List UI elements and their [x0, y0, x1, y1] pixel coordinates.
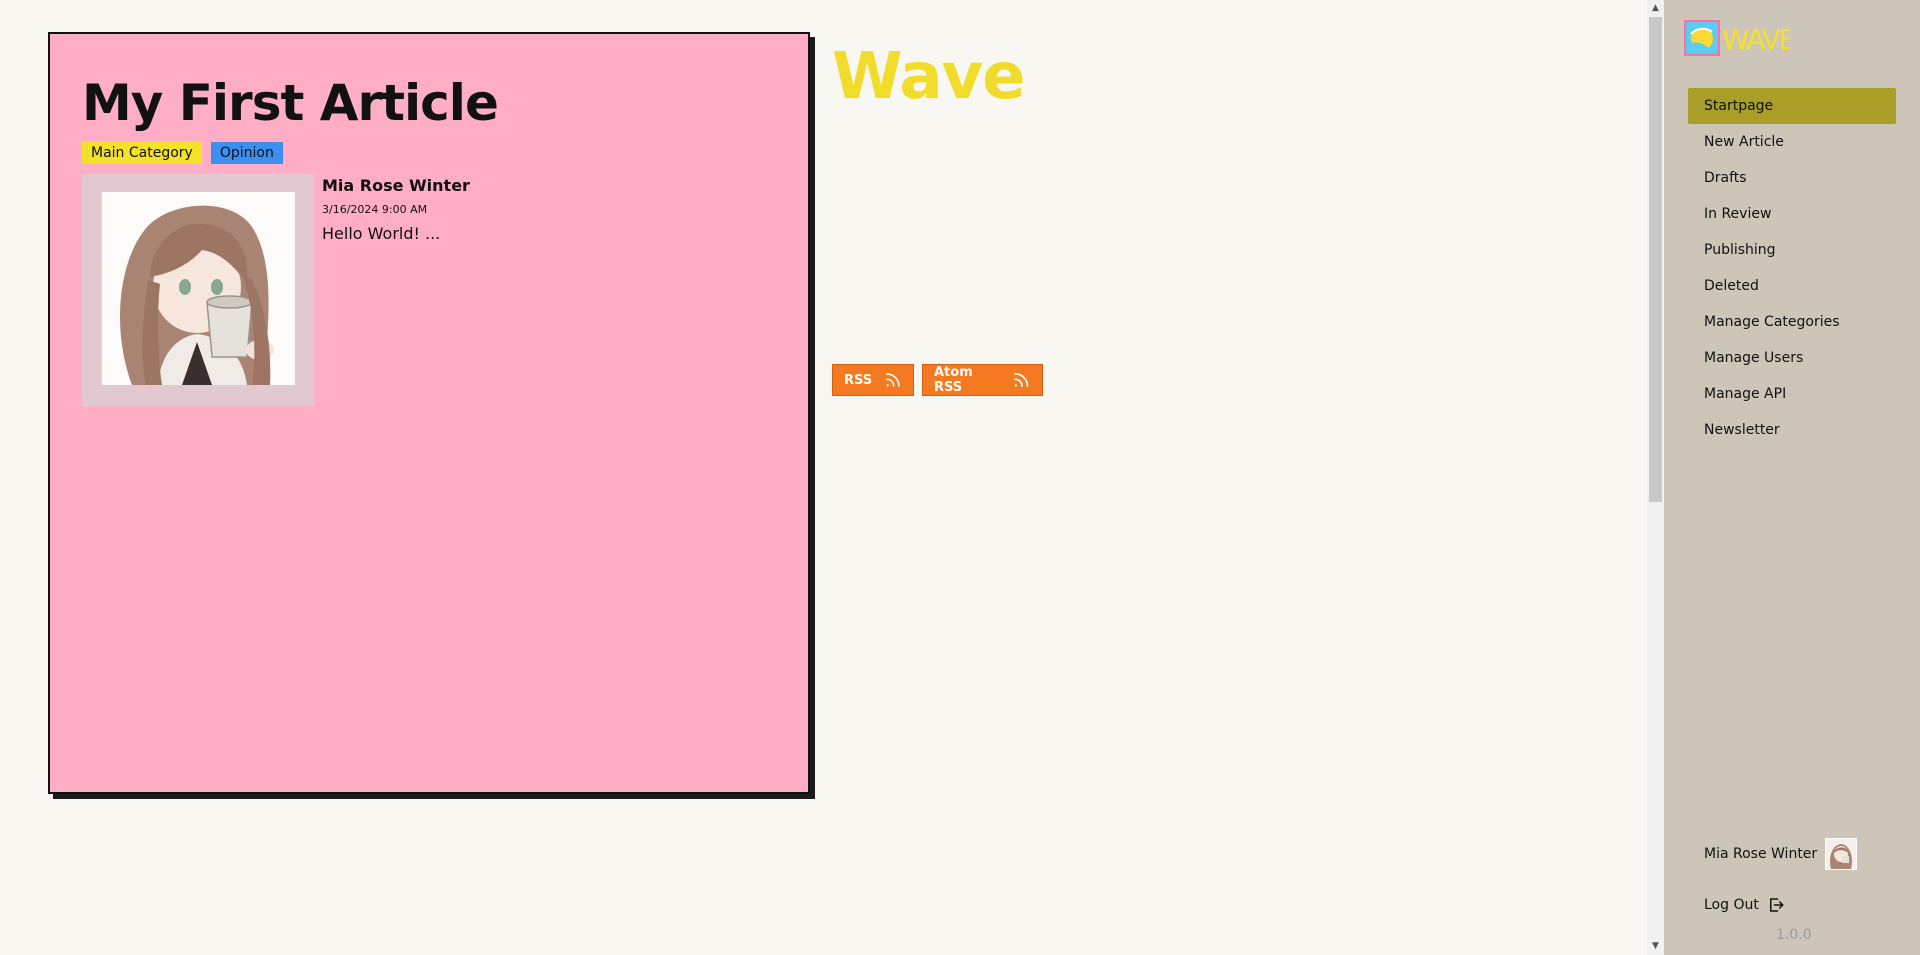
- logout-icon: [1769, 898, 1784, 912]
- atom-feed-button[interactable]: Atom RSS: [922, 364, 1043, 396]
- sidebar-item-deleted[interactable]: Deleted: [1688, 268, 1896, 304]
- svg-text:WAVE: WAVE: [1722, 23, 1790, 54]
- rss-label: RSS: [844, 372, 873, 388]
- scroll-down-arrow-icon[interactable]: ▼: [1647, 938, 1664, 955]
- atom-label: Atom RSS: [934, 365, 973, 395]
- article-card[interactable]: My First Article Main Category Opinion M…: [48, 32, 810, 794]
- sidebar-item-in-review[interactable]: In Review: [1688, 196, 1896, 232]
- scroll-up-arrow-icon[interactable]: ▲: [1647, 0, 1664, 17]
- site-title: Wave: [832, 40, 1026, 114]
- sidebar-nav: Startpage New Article Drafts In Review P…: [1688, 88, 1896, 448]
- article-title[interactable]: My First Article: [82, 74, 499, 132]
- page-scrollbar[interactable]: ▲ ▼: [1647, 0, 1664, 955]
- category-tag-main[interactable]: Main Category: [82, 142, 202, 164]
- scrollbar-thumb[interactable]: [1649, 17, 1662, 502]
- logout-button[interactable]: Log Out: [1704, 896, 1785, 914]
- rss-feed-button[interactable]: RSS: [832, 364, 914, 396]
- sidebar-item-publishing[interactable]: Publishing: [1688, 232, 1896, 268]
- author-avatar-frame: [82, 174, 314, 406]
- rss-icon: [886, 373, 900, 387]
- logo-wordmark: WAVE: [1722, 23, 1790, 54]
- sidebar-item-manage-users[interactable]: Manage Users: [1688, 340, 1896, 376]
- user-avatar[interactable]: [1825, 838, 1858, 870]
- app-version: 1.0.0: [1776, 927, 1812, 943]
- sidebar-item-newsletter[interactable]: Newsletter: [1688, 412, 1896, 448]
- sidebar: WAVE Startpage New Article Drafts In Rev…: [1664, 0, 1920, 955]
- author-name[interactable]: Mia Rose Winter: [322, 176, 470, 195]
- current-user-name[interactable]: Mia Rose Winter: [1704, 846, 1817, 862]
- sidebar-item-new-article[interactable]: New Article: [1688, 124, 1896, 160]
- author-portrait: [102, 192, 295, 385]
- category-tag-opinion[interactable]: Opinion: [210, 142, 283, 164]
- wave-logo-icon: [1684, 20, 1720, 56]
- category-tags: Main Category Opinion: [82, 142, 283, 164]
- sidebar-item-startpage[interactable]: Startpage: [1688, 88, 1896, 124]
- logo[interactable]: WAVE: [1684, 20, 1790, 56]
- sidebar-item-manage-categories[interactable]: Manage Categories: [1688, 304, 1896, 340]
- logout-label: Log Out: [1704, 897, 1759, 913]
- article-excerpt: Hello World! ...: [322, 224, 441, 243]
- rss-icon: [1014, 372, 1029, 388]
- current-user[interactable]: Mia Rose Winter: [1704, 838, 1858, 870]
- article-date: 3/16/2024 9:00 AM: [322, 203, 428, 216]
- sidebar-item-drafts[interactable]: Drafts: [1688, 160, 1896, 196]
- sidebar-item-manage-api[interactable]: Manage API: [1688, 376, 1896, 412]
